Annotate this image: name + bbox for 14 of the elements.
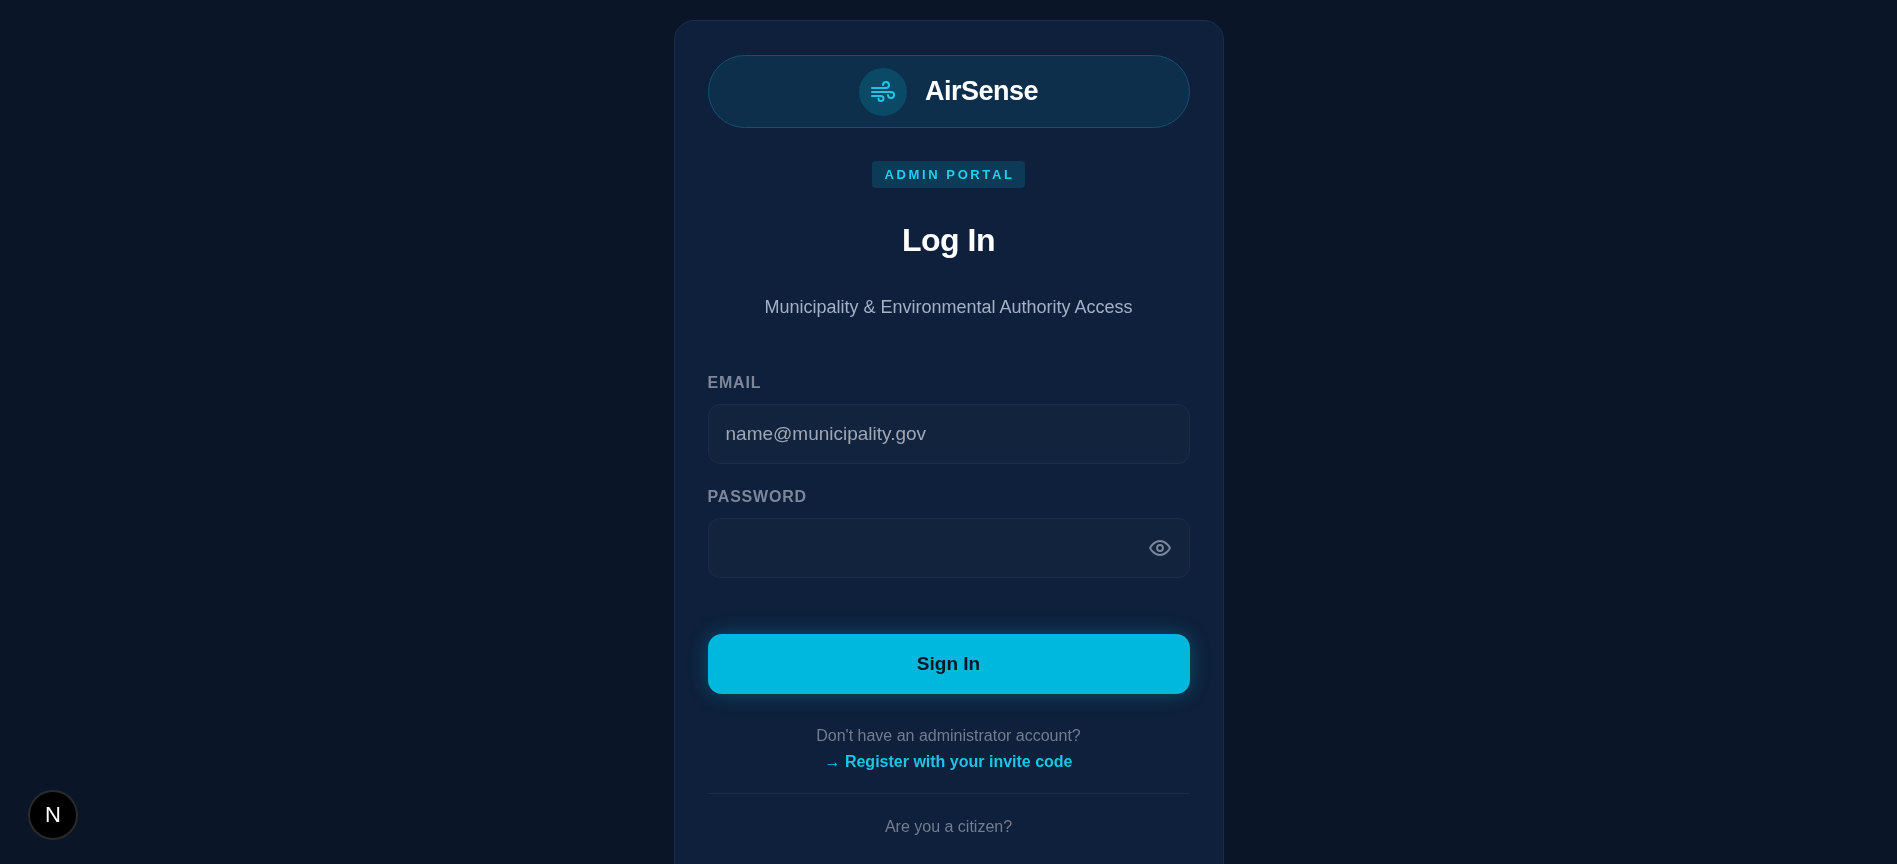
email-field[interactable]: name@municipality.gov	[707, 404, 1190, 464]
password-field[interactable]	[707, 518, 1190, 578]
field-label: EMAIL	[707, 374, 763, 392]
sign-in-button[interactable]: Sign In	[707, 634, 1190, 694]
dev-indicator-button[interactable]: N	[28, 790, 78, 840]
field-label: PASSWORD	[707, 488, 808, 506]
register-prompt: Don't have an administrator account?	[816, 727, 1081, 745]
citizen-prompt: Are you a citizen?	[884, 818, 1013, 836]
brand-name: AirSense	[924, 76, 1039, 107]
portal-badge: ADMIN PORTAL	[871, 161, 1026, 188]
wind-icon	[858, 67, 907, 116]
page-title: Log In	[902, 222, 995, 259]
register-link[interactable]: → Register with your invite code	[824, 753, 1073, 771]
subtitle: Municipality & Environmental Authority Access	[764, 297, 1133, 318]
